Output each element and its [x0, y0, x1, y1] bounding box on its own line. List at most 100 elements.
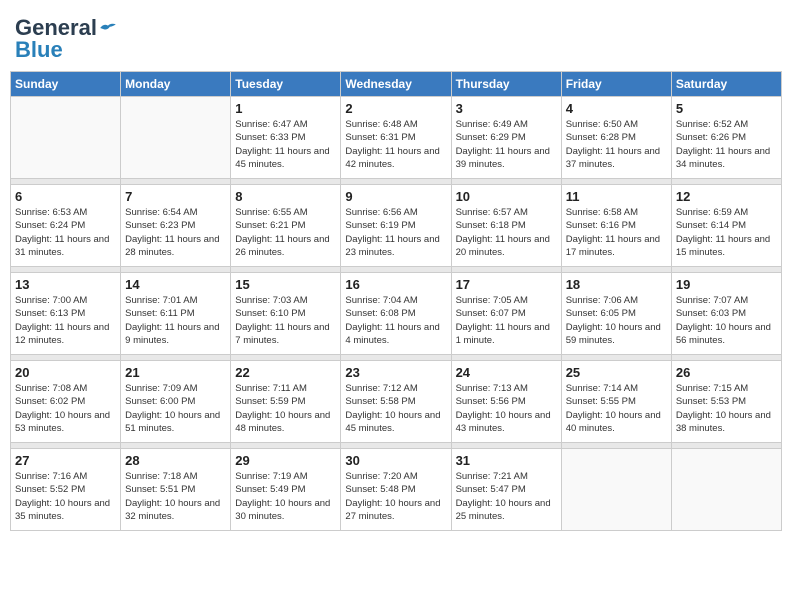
calendar-header-row: SundayMondayTuesdayWednesdayThursdayFrid…: [11, 72, 782, 97]
column-header-wednesday: Wednesday: [341, 72, 451, 97]
day-info: Sunrise: 6:57 AM Sunset: 6:18 PM Dayligh…: [456, 206, 557, 259]
day-info: Sunrise: 6:55 AM Sunset: 6:21 PM Dayligh…: [235, 206, 336, 259]
day-info: Sunrise: 7:19 AM Sunset: 5:49 PM Dayligh…: [235, 470, 336, 523]
day-number: 1: [235, 101, 336, 116]
day-number: 21: [125, 365, 226, 380]
calendar-cell: 16 Sunrise: 7:04 AM Sunset: 6:08 PM Dayli…: [341, 273, 451, 355]
calendar-week-5: 27Sunrise: 7:16 AM Sunset: 5:52 PM Dayli…: [11, 449, 782, 531]
calendar-cell: 18 Sunrise: 7:06 AM Sunset: 6:05 PM Dayli…: [561, 273, 671, 355]
calendar-cell: 23 Sunrise: 7:12 AM Sunset: 5:58 PM Dayli…: [341, 361, 451, 443]
calendar-cell: [671, 449, 781, 531]
column-header-friday: Friday: [561, 72, 671, 97]
day-number: 5: [676, 101, 777, 116]
day-info: Sunrise: 6:50 AM Sunset: 6:28 PM Dayligh…: [566, 118, 667, 171]
day-info: Sunrise: 7:20 AM Sunset: 5:48 PM Dayligh…: [345, 470, 446, 523]
day-number: 27: [15, 453, 116, 468]
calendar-cell: 3Sunrise: 6:49 AM Sunset: 6:29 PM Daylig…: [451, 97, 561, 179]
day-info: Sunrise: 7:03 AM Sunset: 6:10 PM Dayligh…: [235, 294, 336, 347]
day-number: 15: [235, 277, 336, 292]
calendar-cell: 29Sunrise: 7:19 AM Sunset: 5:49 PM Dayli…: [231, 449, 341, 531]
calendar-cell: 19Sunrise: 7:07 AM Sunset: 6:03 PM Dayli…: [671, 273, 781, 355]
day-number: 7: [125, 189, 226, 204]
calendar-cell: 6Sunrise: 6:53 AM Sunset: 6:24 PM Daylig…: [11, 185, 121, 267]
calendar-cell: 1 Sunrise: 6:47 AM Sunset: 6:33 PM Daylig…: [231, 97, 341, 179]
calendar-cell: 2 Sunrise: 6:48 AM Sunset: 6:31 PM Daylig…: [341, 97, 451, 179]
day-info: Sunrise: 6:58 AM Sunset: 6:16 PM Dayligh…: [566, 206, 667, 259]
calendar-cell: 8 Sunrise: 6:55 AM Sunset: 6:21 PM Daylig…: [231, 185, 341, 267]
day-number: 18: [566, 277, 667, 292]
calendar-cell: 4 Sunrise: 6:50 AM Sunset: 6:28 PM Daylig…: [561, 97, 671, 179]
day-number: 3: [456, 101, 557, 116]
day-number: 12: [676, 189, 777, 204]
calendar-week-2: 6Sunrise: 6:53 AM Sunset: 6:24 PM Daylig…: [11, 185, 782, 267]
calendar-cell: 31 Sunrise: 7:21 AM Sunset: 5:47 PM Dayli…: [451, 449, 561, 531]
day-number: 14: [125, 277, 226, 292]
calendar-cell: [561, 449, 671, 531]
calendar-cell: 10Sunrise: 6:57 AM Sunset: 6:18 PM Dayli…: [451, 185, 561, 267]
day-info: Sunrise: 7:18 AM Sunset: 5:51 PM Dayligh…: [125, 470, 226, 523]
day-info: Sunrise: 6:47 AM Sunset: 6:33 PM Dayligh…: [235, 118, 336, 171]
day-info: Sunrise: 6:53 AM Sunset: 6:24 PM Dayligh…: [15, 206, 116, 259]
day-info: Sunrise: 7:04 AM Sunset: 6:08 PM Dayligh…: [345, 294, 446, 347]
day-number: 25: [566, 365, 667, 380]
calendar-cell: 25Sunrise: 7:14 AM Sunset: 5:55 PM Dayli…: [561, 361, 671, 443]
calendar-cell: 14 Sunrise: 7:01 AM Sunset: 6:11 PM Dayli…: [121, 273, 231, 355]
calendar-cell: 12 Sunrise: 6:59 AM Sunset: 6:14 PM Dayli…: [671, 185, 781, 267]
day-info: Sunrise: 7:09 AM Sunset: 6:00 PM Dayligh…: [125, 382, 226, 435]
day-info: Sunrise: 7:13 AM Sunset: 5:56 PM Dayligh…: [456, 382, 557, 435]
column-header-sunday: Sunday: [11, 72, 121, 97]
day-info: Sunrise: 6:48 AM Sunset: 6:31 PM Dayligh…: [345, 118, 446, 171]
day-number: 26: [676, 365, 777, 380]
day-number: 8: [235, 189, 336, 204]
column-header-thursday: Thursday: [451, 72, 561, 97]
day-info: Sunrise: 7:21 AM Sunset: 5:47 PM Dayligh…: [456, 470, 557, 523]
day-number: 16: [345, 277, 446, 292]
day-number: 31: [456, 453, 557, 468]
day-number: 19: [676, 277, 777, 292]
day-info: Sunrise: 6:52 AM Sunset: 6:26 PM Dayligh…: [676, 118, 777, 171]
day-info: Sunrise: 7:15 AM Sunset: 5:53 PM Dayligh…: [676, 382, 777, 435]
calendar-cell: 24 Sunrise: 7:13 AM Sunset: 5:56 PM Dayli…: [451, 361, 561, 443]
day-number: 9: [345, 189, 446, 204]
day-number: 28: [125, 453, 226, 468]
day-info: Sunrise: 6:56 AM Sunset: 6:19 PM Dayligh…: [345, 206, 446, 259]
calendar-cell: 13 Sunrise: 7:00 AM Sunset: 6:13 PM Dayli…: [11, 273, 121, 355]
calendar-cell: 22 Sunrise: 7:11 AM Sunset: 5:59 PM Dayli…: [231, 361, 341, 443]
calendar-cell: 15 Sunrise: 7:03 AM Sunset: 6:10 PM Dayli…: [231, 273, 341, 355]
day-info: Sunrise: 7:12 AM Sunset: 5:58 PM Dayligh…: [345, 382, 446, 435]
day-info: Sunrise: 7:11 AM Sunset: 5:59 PM Dayligh…: [235, 382, 336, 435]
calendar-cell: 28 Sunrise: 7:18 AM Sunset: 5:51 PM Dayli…: [121, 449, 231, 531]
calendar-cell: 5 Sunrise: 6:52 AM Sunset: 6:26 PM Daylig…: [671, 97, 781, 179]
day-number: 13: [15, 277, 116, 292]
day-number: 24: [456, 365, 557, 380]
day-number: 23: [345, 365, 446, 380]
logo: General Blue: [15, 15, 117, 63]
day-number: 11: [566, 189, 667, 204]
calendar-cell: 21 Sunrise: 7:09 AM Sunset: 6:00 PM Dayli…: [121, 361, 231, 443]
calendar-cell: 20 Sunrise: 7:08 AM Sunset: 6:02 PM Dayli…: [11, 361, 121, 443]
day-number: 17: [456, 277, 557, 292]
day-info: Sunrise: 7:01 AM Sunset: 6:11 PM Dayligh…: [125, 294, 226, 347]
day-info: Sunrise: 7:05 AM Sunset: 6:07 PM Dayligh…: [456, 294, 557, 347]
calendar-cell: [121, 97, 231, 179]
column-header-saturday: Saturday: [671, 72, 781, 97]
calendar-week-4: 20 Sunrise: 7:08 AM Sunset: 6:02 PM Dayli…: [11, 361, 782, 443]
day-number: 30: [345, 453, 446, 468]
calendar-cell: 7 Sunrise: 6:54 AM Sunset: 6:23 PM Daylig…: [121, 185, 231, 267]
day-info: Sunrise: 7:08 AM Sunset: 6:02 PM Dayligh…: [15, 382, 116, 435]
calendar-table: SundayMondayTuesdayWednesdayThursdayFrid…: [10, 71, 782, 531]
day-number: 4: [566, 101, 667, 116]
day-number: 20: [15, 365, 116, 380]
day-info: Sunrise: 6:59 AM Sunset: 6:14 PM Dayligh…: [676, 206, 777, 259]
day-info: Sunrise: 6:54 AM Sunset: 6:23 PM Dayligh…: [125, 206, 226, 259]
page-header: General Blue: [10, 10, 782, 63]
column-header-monday: Monday: [121, 72, 231, 97]
day-number: 2: [345, 101, 446, 116]
day-number: 22: [235, 365, 336, 380]
column-header-tuesday: Tuesday: [231, 72, 341, 97]
day-info: Sunrise: 7:06 AM Sunset: 6:05 PM Dayligh…: [566, 294, 667, 347]
calendar-week-1: 1 Sunrise: 6:47 AM Sunset: 6:33 PM Daylig…: [11, 97, 782, 179]
logo-bird-icon: [99, 21, 117, 35]
calendar-cell: 30 Sunrise: 7:20 AM Sunset: 5:48 PM Dayli…: [341, 449, 451, 531]
day-info: Sunrise: 7:00 AM Sunset: 6:13 PM Dayligh…: [15, 294, 116, 347]
